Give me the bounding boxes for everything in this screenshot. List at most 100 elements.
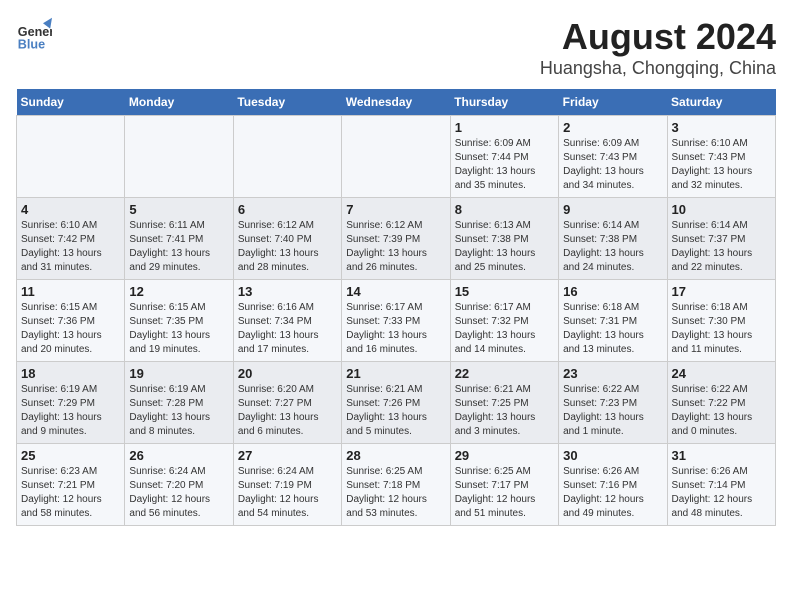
day-number: 16	[563, 284, 662, 299]
day-number: 23	[563, 366, 662, 381]
day-number: 27	[238, 448, 337, 463]
calendar-cell: 5 Sunrise: 6:11 AM Sunset: 7:41 PM Daylig…	[125, 198, 233, 280]
calendar-cell: 2 Sunrise: 6:09 AM Sunset: 7:43 PM Daylig…	[559, 116, 667, 198]
day-info: Sunrise: 6:17 AM Sunset: 7:32 PM Dayligh…	[455, 301, 554, 357]
calendar-cell: 19 Sunrise: 6:19 AM Sunset: 7:28 PM Dayli…	[125, 362, 233, 444]
calendar-cell: 28 Sunrise: 6:25 AM Sunset: 7:18 PM Dayli…	[342, 444, 450, 526]
page-title: August 2024	[540, 16, 776, 58]
calendar-cell: 26Sunrise: 6:24 AM Sunset: 7:20 PM Dayli…	[125, 444, 233, 526]
calendar-cell: 10 Sunrise: 6:14 AM Sunset: 7:37 PM Dayli…	[667, 198, 775, 280]
day-info: Sunrise: 6:21 AM Sunset: 7:25 PM Dayligh…	[455, 383, 554, 439]
day-number: 20	[238, 366, 337, 381]
calendar-cell: 20 Sunrise: 6:20 AM Sunset: 7:27 PM Dayli…	[233, 362, 341, 444]
day-info: Sunrise: 6:14 AM Sunset: 7:38 PM Dayligh…	[563, 219, 662, 275]
page-subtitle: Huangsha, Chongqing, China	[540, 58, 776, 79]
calendar-cell: 29 Sunrise: 6:25 AM Sunset: 7:17 PM Dayli…	[450, 444, 558, 526]
calendar-cell	[17, 116, 125, 198]
calendar-cell: 27Sunrise: 6:24 AM Sunset: 7:19 PM Dayli…	[233, 444, 341, 526]
calendar-cell: 1 Sunrise: 6:09 AM Sunset: 7:44 PM Daylig…	[450, 116, 558, 198]
weekday-header: Thursday	[450, 89, 558, 116]
day-info: Sunrise: 6:25 AM Sunset: 7:17 PM Dayligh…	[455, 465, 554, 521]
svg-text:Blue: Blue	[18, 37, 45, 51]
weekday-header: Friday	[559, 89, 667, 116]
day-info: Sunrise: 6:09 AM Sunset: 7:44 PM Dayligh…	[455, 137, 554, 193]
day-info: Sunrise: 6:15 AM Sunset: 7:36 PM Dayligh…	[21, 301, 120, 357]
day-info: Sunrise: 6:16 AM Sunset: 7:34 PM Dayligh…	[238, 301, 337, 357]
calendar-cell: 12Sunrise: 6:15 AM Sunset: 7:35 PM Dayli…	[125, 280, 233, 362]
day-info: Sunrise: 6:19 AM Sunset: 7:28 PM Dayligh…	[129, 383, 228, 439]
day-info: Sunrise: 6:11 AM Sunset: 7:41 PM Dayligh…	[129, 219, 228, 275]
calendar-week-row: 1 Sunrise: 6:09 AM Sunset: 7:44 PM Daylig…	[17, 116, 776, 198]
calendar-cell: 8 Sunrise: 6:13 AM Sunset: 7:38 PM Daylig…	[450, 198, 558, 280]
calendar-cell	[125, 116, 233, 198]
day-number: 22	[455, 366, 554, 381]
calendar-cell: 18Sunrise: 6:19 AM Sunset: 7:29 PM Dayli…	[17, 362, 125, 444]
calendar-cell: 25Sunrise: 6:23 AM Sunset: 7:21 PM Dayli…	[17, 444, 125, 526]
day-info: Sunrise: 6:12 AM Sunset: 7:39 PM Dayligh…	[346, 219, 445, 275]
calendar-cell: 7 Sunrise: 6:12 AM Sunset: 7:39 PM Daylig…	[342, 198, 450, 280]
day-info: Sunrise: 6:13 AM Sunset: 7:38 PM Dayligh…	[455, 219, 554, 275]
day-info: Sunrise: 6:26 AM Sunset: 7:16 PM Dayligh…	[563, 465, 662, 521]
calendar-cell: 30 Sunrise: 6:26 AM Sunset: 7:16 PM Dayli…	[559, 444, 667, 526]
day-info: Sunrise: 6:15 AM Sunset: 7:35 PM Dayligh…	[129, 301, 228, 357]
day-number: 26	[129, 448, 228, 463]
day-info: Sunrise: 6:18 AM Sunset: 7:30 PM Dayligh…	[672, 301, 771, 357]
calendar-cell: 23Sunrise: 6:22 AM Sunset: 7:23 PM Dayli…	[559, 362, 667, 444]
day-number: 1	[455, 120, 554, 135]
calendar-week-row: 25Sunrise: 6:23 AM Sunset: 7:21 PM Dayli…	[17, 444, 776, 526]
day-info: Sunrise: 6:10 AM Sunset: 7:43 PM Dayligh…	[672, 137, 771, 193]
calendar-cell: 3 Sunrise: 6:10 AM Sunset: 7:43 PM Daylig…	[667, 116, 775, 198]
day-number: 11	[21, 284, 120, 299]
day-number: 9	[563, 202, 662, 217]
calendar-week-row: 11 Sunrise: 6:15 AM Sunset: 7:36 PM Dayli…	[17, 280, 776, 362]
day-info: Sunrise: 6:20 AM Sunset: 7:27 PM Dayligh…	[238, 383, 337, 439]
day-number: 14	[346, 284, 445, 299]
title-block: August 2024 Huangsha, Chongqing, China	[540, 16, 776, 79]
day-number: 5	[129, 202, 228, 217]
day-info: Sunrise: 6:22 AM Sunset: 7:22 PM Dayligh…	[672, 383, 771, 439]
day-info: Sunrise: 6:14 AM Sunset: 7:37 PM Dayligh…	[672, 219, 771, 275]
calendar-cell: 13 Sunrise: 6:16 AM Sunset: 7:34 PM Dayli…	[233, 280, 341, 362]
day-info: Sunrise: 6:10 AM Sunset: 7:42 PM Dayligh…	[21, 219, 120, 275]
day-number: 28	[346, 448, 445, 463]
day-number: 2	[563, 120, 662, 135]
calendar-cell	[342, 116, 450, 198]
day-number: 10	[672, 202, 771, 217]
day-info: Sunrise: 6:23 AM Sunset: 7:21 PM Dayligh…	[21, 465, 120, 521]
day-info: Sunrise: 6:09 AM Sunset: 7:43 PM Dayligh…	[563, 137, 662, 193]
calendar-cell: 17 Sunrise: 6:18 AM Sunset: 7:30 PM Dayli…	[667, 280, 775, 362]
day-number: 29	[455, 448, 554, 463]
day-info: Sunrise: 6:25 AM Sunset: 7:18 PM Dayligh…	[346, 465, 445, 521]
day-number: 31	[672, 448, 771, 463]
weekday-header: Monday	[125, 89, 233, 116]
day-number: 24	[672, 366, 771, 381]
day-info: Sunrise: 6:17 AM Sunset: 7:33 PM Dayligh…	[346, 301, 445, 357]
logo: General Blue	[16, 16, 52, 52]
weekday-header-row: SundayMondayTuesdayWednesdayThursdayFrid…	[17, 89, 776, 116]
calendar-cell: 31 Sunrise: 6:26 AM Sunset: 7:14 PM Dayli…	[667, 444, 775, 526]
calendar-cell: 15 Sunrise: 6:17 AM Sunset: 7:32 PM Dayli…	[450, 280, 558, 362]
day-number: 17	[672, 284, 771, 299]
page-header: General Blue August 2024 Huangsha, Chong…	[16, 16, 776, 79]
day-number: 4	[21, 202, 120, 217]
day-number: 6	[238, 202, 337, 217]
day-number: 13	[238, 284, 337, 299]
calendar-cell: 4 Sunrise: 6:10 AM Sunset: 7:42 PM Daylig…	[17, 198, 125, 280]
day-number: 7	[346, 202, 445, 217]
day-number: 8	[455, 202, 554, 217]
calendar-cell: 24 Sunrise: 6:22 AM Sunset: 7:22 PM Dayli…	[667, 362, 775, 444]
day-info: Sunrise: 6:18 AM Sunset: 7:31 PM Dayligh…	[563, 301, 662, 357]
day-number: 19	[129, 366, 228, 381]
day-info: Sunrise: 6:21 AM Sunset: 7:26 PM Dayligh…	[346, 383, 445, 439]
weekday-header: Wednesday	[342, 89, 450, 116]
day-number: 3	[672, 120, 771, 135]
day-number: 30	[563, 448, 662, 463]
day-number: 15	[455, 284, 554, 299]
day-info: Sunrise: 6:12 AM Sunset: 7:40 PM Dayligh…	[238, 219, 337, 275]
calendar-cell	[233, 116, 341, 198]
weekday-header: Sunday	[17, 89, 125, 116]
calendar-week-row: 4 Sunrise: 6:10 AM Sunset: 7:42 PM Daylig…	[17, 198, 776, 280]
weekday-header: Saturday	[667, 89, 775, 116]
day-info: Sunrise: 6:19 AM Sunset: 7:29 PM Dayligh…	[21, 383, 120, 439]
day-info: Sunrise: 6:26 AM Sunset: 7:14 PM Dayligh…	[672, 465, 771, 521]
